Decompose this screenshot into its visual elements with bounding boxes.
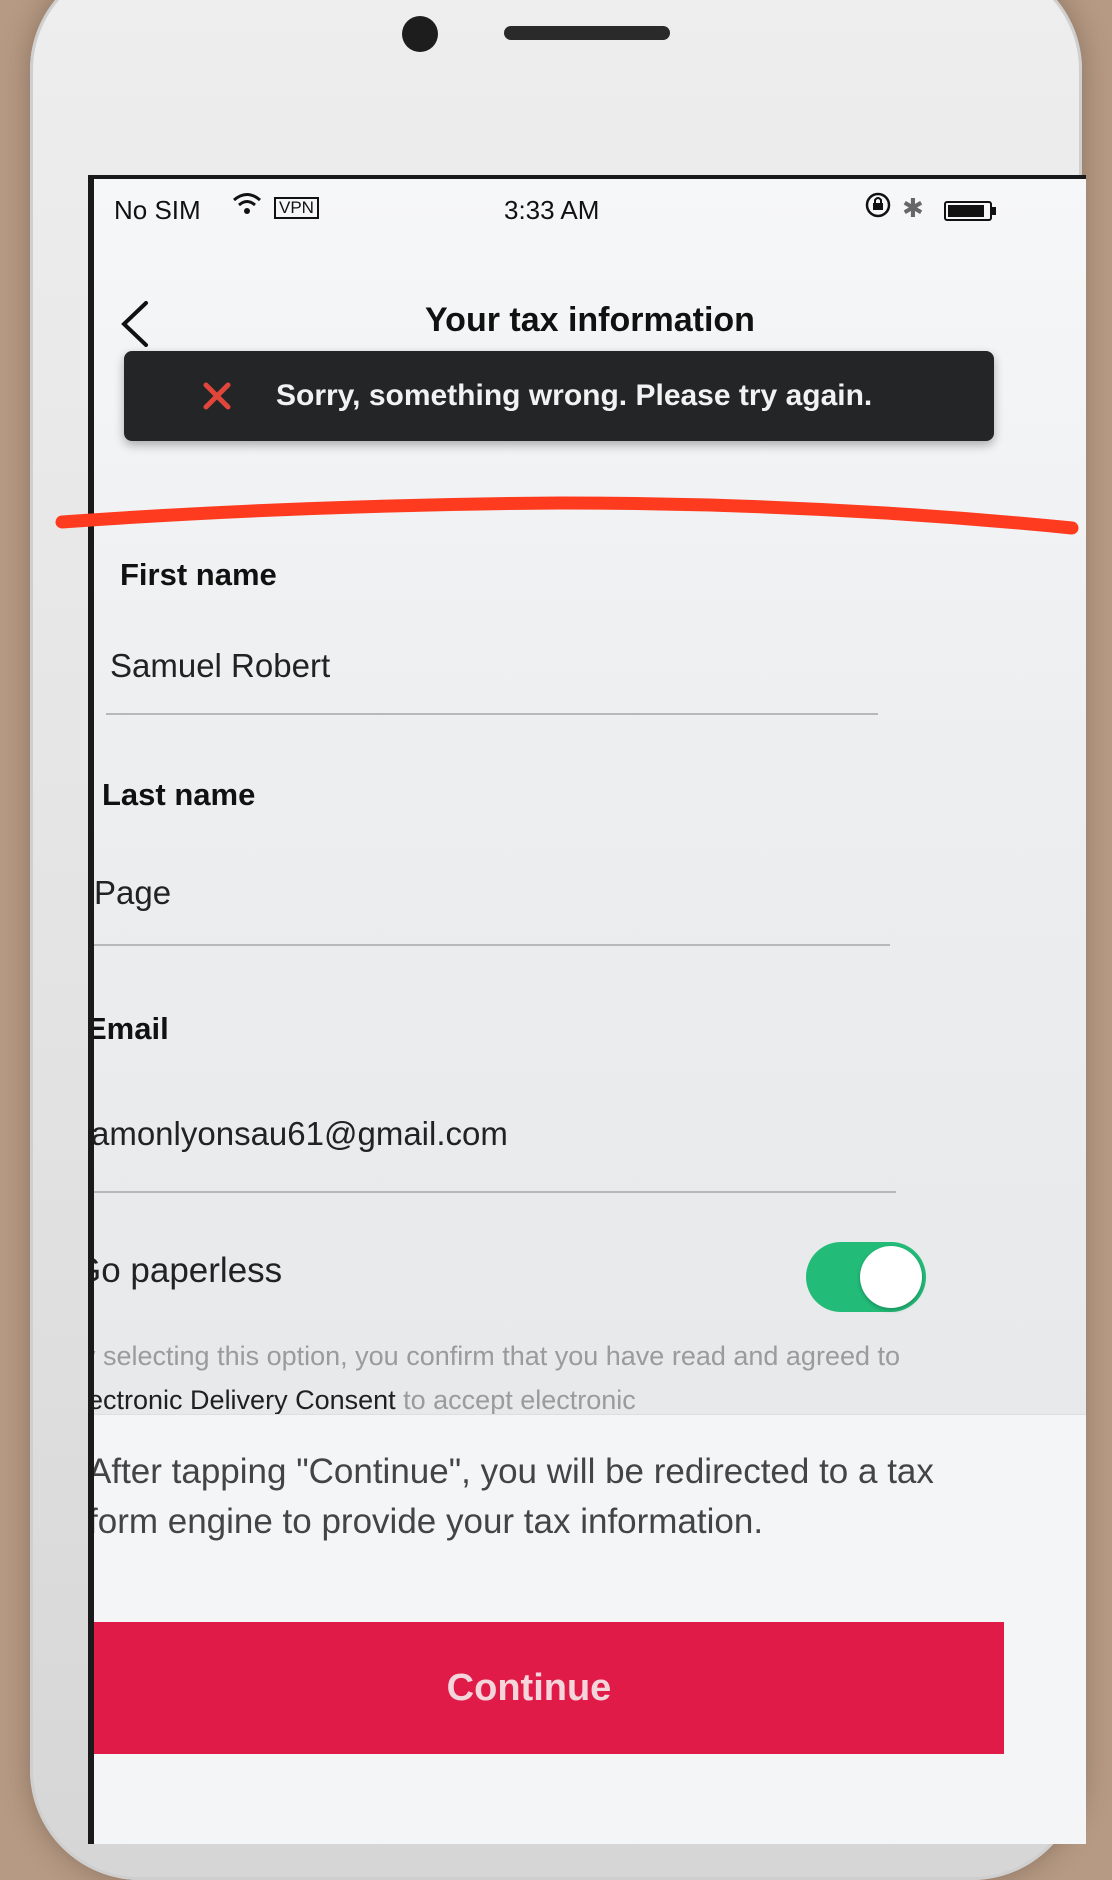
bluetooth-icon: ✱: [902, 193, 924, 223]
status-bar: No SIM VPN 3:33 AM ✱: [94, 179, 1086, 239]
wifi-icon: [233, 193, 261, 214]
first-name-underline: [106, 713, 878, 715]
rotation-lock-icon: [865, 192, 891, 218]
desc-suffix: to accept electronic: [395, 1385, 636, 1415]
error-x-icon: [203, 382, 231, 410]
first-name-field[interactable]: Samuel Robert: [110, 647, 330, 685]
footer-panel: After tapping "Continue", you will be re…: [94, 1414, 1086, 1844]
electronic-delivery-consent-link[interactable]: Electronic Delivery Consent: [94, 1385, 396, 1415]
error-toast: Sorry, something wrong. Please try again…: [124, 351, 994, 441]
toast-message: Sorry, something wrong. Please try again…: [276, 379, 873, 412]
toggle-knob: [860, 1246, 922, 1308]
vpn-badge: VPN: [274, 197, 319, 219]
clock-time: 3:33 AM: [504, 195, 600, 225]
email-underline: [94, 1191, 896, 1193]
redirect-note: After tapping "Continue", you will be re…: [88, 1452, 934, 1541]
last-name-field[interactable]: Page: [94, 874, 171, 912]
paperless-toggle[interactable]: [806, 1242, 926, 1312]
page-title: Your tax information: [425, 301, 755, 339]
email-label: Email: [88, 1011, 169, 1046]
app-screen: No SIM VPN 3:33 AM ✱ Your tax informatio…: [88, 175, 1086, 1844]
last-name-label: Last name: [102, 777, 256, 812]
front-camera: [402, 16, 438, 52]
paperless-description: By selecting this option, you confirm th…: [88, 1334, 984, 1422]
paperless-label: Go paperless: [88, 1251, 283, 1290]
carrier-label: No SIM: [114, 195, 201, 225]
continue-button[interactable]: Continue: [94, 1622, 1004, 1754]
last-name-underline: [94, 944, 890, 946]
battery-icon: [944, 201, 996, 221]
email-field[interactable]: ramonlyonsau61@gmail.com: [94, 1115, 508, 1153]
desc-prefix: By selecting this option, you confirm th…: [88, 1341, 901, 1371]
first-name-label: First name: [120, 557, 277, 592]
earpiece-speaker: [504, 26, 670, 40]
